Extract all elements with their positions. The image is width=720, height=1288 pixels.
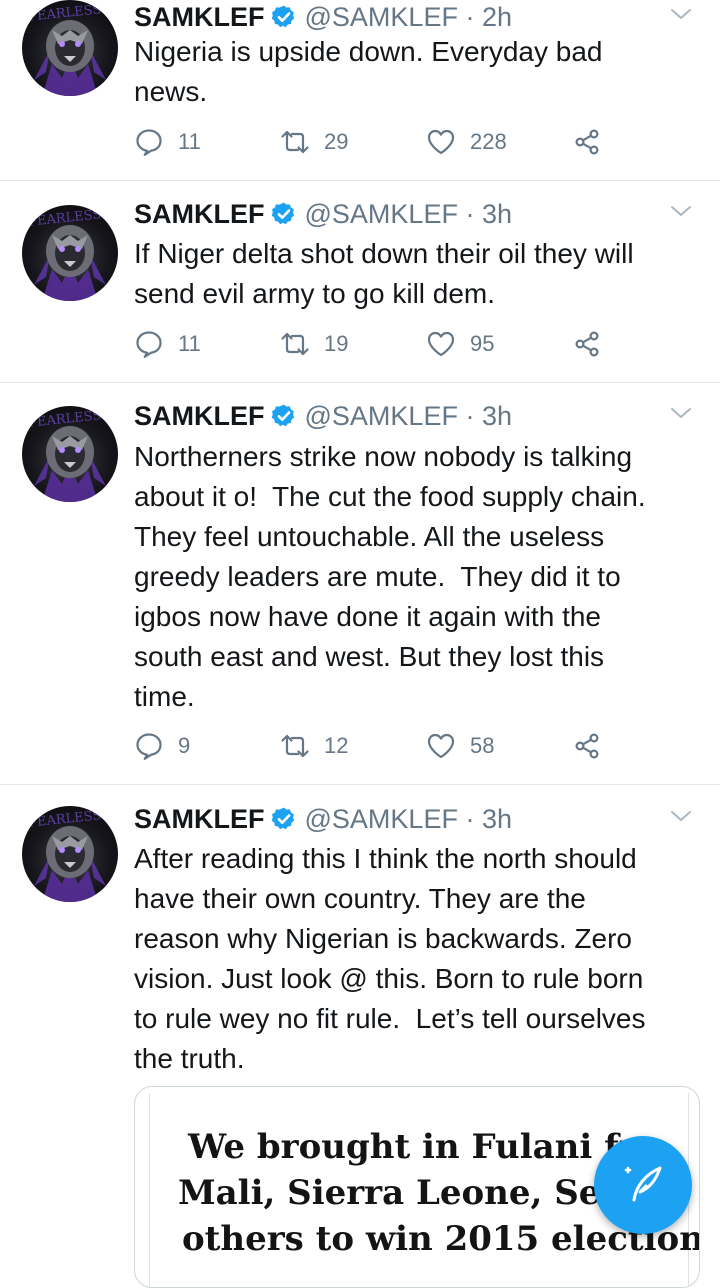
tweet-text: Northerners strike now nobody is talking… [134,441,646,712]
reply-icon [134,127,164,157]
share-button[interactable] [572,731,616,761]
timestamp[interactable]: 3h [482,199,512,230]
separator-dot: · [457,198,482,229]
retweet-button[interactable]: 19 [280,329,348,359]
share-icon [572,731,602,761]
tweet[interactable]: FEARLESS SAMKLEF @SAMKLEF · 3h If Niger … [0,181,720,383]
tweet[interactable]: FEARLESS SAMKLEF @SAMKLEF · 2h Nigeria i… [0,0,720,181]
tweet-header: SAMKLEF @SAMKLEF · 3h [134,802,694,836]
reply-button[interactable]: 9 [134,731,190,761]
like-count: 58 [470,733,495,758]
avatar[interactable]: FEARLESS [22,406,118,502]
heart-icon [426,329,456,359]
avatar[interactable]: FEARLESS [22,205,118,301]
verified-badge-icon [271,403,297,429]
tweet-actions: 11 19 95 [134,329,614,365]
media-text-line: Mali, Sierra Leone, Sene [178,1173,647,1213]
share-icon [572,127,602,157]
heart-icon [426,127,456,157]
retweet-button[interactable]: 29 [280,127,348,157]
separator-dot: · [457,1,482,32]
user-handle[interactable]: @SAMKLEF [305,401,458,432]
timestamp[interactable]: 2h [482,2,512,33]
tweet-text: If Niger delta shot down their oil they … [134,238,634,309]
tweet-text: After reading this I think the north sho… [134,843,646,1074]
user-handle[interactable]: @SAMKLEF [305,804,458,835]
display-name[interactable]: SAMKLEF [134,199,265,230]
separator-dot: · [457,803,482,834]
retweet-icon [280,329,310,359]
tweet[interactable]: FEARLESS SAMKLEF @SAMKLEF · 3h Northerne… [0,383,720,785]
user-handle[interactable]: @SAMKLEF [305,2,458,33]
reply-button[interactable]: 11 [134,127,201,157]
compose-tweet-button[interactable] [594,1136,692,1234]
verified-badge-icon [271,201,297,227]
share-button[interactable] [572,329,616,359]
heart-icon [426,731,456,761]
timestamp[interactable]: 3h [482,401,512,432]
like-button[interactable]: 228 [426,127,507,157]
retweet-count: 29 [324,129,349,154]
reply-count: 11 [178,331,201,356]
chevron-down-icon[interactable] [668,6,694,22]
reply-count: 11 [178,129,201,154]
chevron-down-icon[interactable] [668,808,694,824]
display-name[interactable]: SAMKLEF [134,804,265,835]
tweet-actions: 11 29 228 [134,127,614,163]
share-button[interactable] [572,127,616,157]
avatar[interactable]: FEARLESS [22,0,118,96]
verified-badge-icon [271,806,297,832]
display-name[interactable]: SAMKLEF [134,2,265,33]
verified-badge-icon [271,4,297,30]
like-button[interactable]: 58 [426,731,494,761]
retweet-button[interactable]: 12 [280,731,348,761]
like-count: 95 [470,331,495,356]
like-count: 228 [470,129,507,154]
reply-count: 9 [178,733,191,758]
retweet-count: 19 [324,331,349,356]
reply-icon [134,731,164,761]
tweet-text: Nigeria is upside down. Everyday bad new… [134,36,603,107]
chevron-down-icon[interactable] [668,203,694,219]
timestamp[interactable]: 3h [482,804,512,835]
avatar[interactable]: FEARLESS [22,806,118,902]
tweet-header: SAMKLEF @SAMKLEF · 3h [134,197,694,231]
tweet-header: SAMKLEF @SAMKLEF · 2h [134,0,694,34]
chevron-down-icon[interactable] [668,405,694,421]
user-handle[interactable]: @SAMKLEF [305,199,458,230]
retweet-icon [280,127,310,157]
reply-button[interactable]: 11 [134,329,201,359]
share-icon [572,329,602,359]
separator-dot: · [457,400,482,431]
reply-icon [134,329,164,359]
tweet-header: SAMKLEF @SAMKLEF · 3h [134,399,694,433]
compose-tweet-icon [618,1160,668,1210]
display-name[interactable]: SAMKLEF [134,401,265,432]
media-text-line: We brought in Fulani fro [188,1127,660,1167]
like-button[interactable]: 95 [426,329,494,359]
retweet-count: 12 [324,733,349,758]
tweet-actions: 9 12 58 [134,731,614,767]
retweet-icon [280,731,310,761]
